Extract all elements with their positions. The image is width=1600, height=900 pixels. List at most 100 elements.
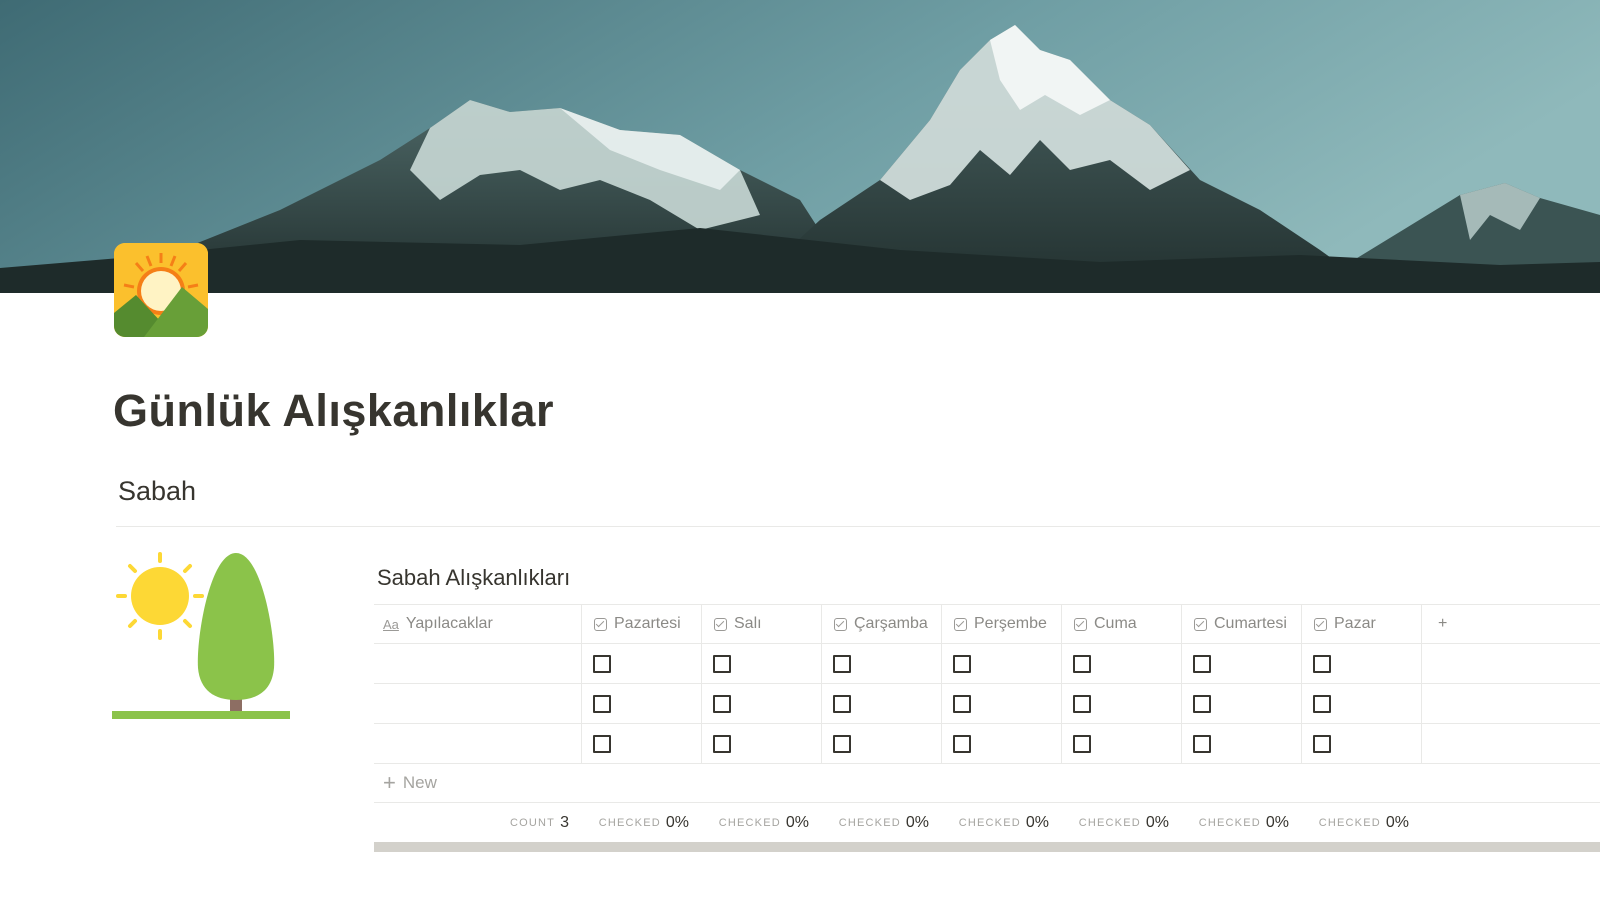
calc-label: CHECKED xyxy=(958,817,1021,829)
checkbox[interactable] xyxy=(1073,734,1091,753)
checked-calculation[interactable]: CHECKED 0% xyxy=(941,803,1061,843)
calc-value: 0% xyxy=(1145,814,1169,831)
table-cell xyxy=(581,724,701,763)
calc-label: CHECKED xyxy=(718,817,781,829)
checkbox[interactable] xyxy=(833,694,851,713)
new-row-button[interactable]: + New xyxy=(374,764,1600,803)
calculation-row: COUNT 3 CHECKED 0% CHECKED 0% CHECKED 0%… xyxy=(374,803,1600,843)
table-row xyxy=(374,684,1600,724)
page-cover xyxy=(0,0,1600,293)
column-header-cumartesi[interactable]: Cumartesi xyxy=(1181,605,1301,643)
checkbox-property-icon xyxy=(1314,617,1327,631)
column-label: Pazartesi xyxy=(614,615,681,632)
column-label: Perşembe xyxy=(974,615,1047,632)
checkbox[interactable] xyxy=(713,694,731,713)
page-title[interactable]: Günlük Alışkanlıklar xyxy=(113,385,554,437)
column-header-persembe[interactable]: Perşembe xyxy=(941,605,1061,643)
row-title-cell[interactable] xyxy=(374,724,581,763)
checkbox[interactable] xyxy=(953,734,971,753)
sunrise-mountain-icon[interactable] xyxy=(114,243,208,337)
table-cell xyxy=(701,724,821,763)
column-header-cuma[interactable]: Cuma xyxy=(1061,605,1181,643)
checkbox-property-icon xyxy=(954,617,967,631)
empty-cell xyxy=(1421,724,1600,763)
checkbox-property-icon xyxy=(834,617,847,631)
calc-value: 0% xyxy=(785,814,809,831)
column-header-carsamba[interactable]: Çarşamba xyxy=(821,605,941,643)
table-header-row: Aa Yapılacaklar Pazartesi Salı Çarşamba … xyxy=(374,604,1600,644)
calc-label: COUNT xyxy=(509,817,556,829)
table-cell xyxy=(821,724,941,763)
checkbox[interactable] xyxy=(1193,654,1211,673)
checkbox[interactable] xyxy=(833,654,851,673)
row-title-cell[interactable] xyxy=(374,684,581,723)
table-cell xyxy=(1061,724,1181,763)
checked-calculation[interactable]: CHECKED 0% xyxy=(1061,803,1181,843)
checkbox[interactable] xyxy=(953,654,971,673)
checkbox[interactable] xyxy=(1313,694,1331,713)
checkbox[interactable] xyxy=(1193,694,1211,713)
count-calculation[interactable]: COUNT 3 xyxy=(374,803,581,843)
checkbox-property-icon xyxy=(1194,617,1207,631)
table-cell xyxy=(1301,684,1421,723)
table-cell xyxy=(1301,644,1421,683)
checkbox[interactable] xyxy=(593,654,611,673)
checkbox[interactable] xyxy=(593,694,611,713)
checked-calculation[interactable]: CHECKED 0% xyxy=(701,803,821,843)
calc-label: CHECKED xyxy=(598,817,661,829)
checkbox[interactable] xyxy=(833,734,851,753)
horizontal-scrollbar[interactable] xyxy=(374,842,1600,852)
calc-label: CHECKED xyxy=(838,817,901,829)
column-label: Cumartesi xyxy=(1214,615,1287,632)
column-header-pazar[interactable]: Pazar xyxy=(1301,605,1421,643)
checked-calculation[interactable]: CHECKED 0% xyxy=(1181,803,1301,843)
illustration-graphic xyxy=(112,552,290,719)
table-cell xyxy=(581,684,701,723)
calc-value: 3 xyxy=(560,814,569,831)
checkbox[interactable] xyxy=(1193,734,1211,753)
column-label: Cuma xyxy=(1094,615,1137,632)
column-header-sali[interactable]: Salı xyxy=(701,605,821,643)
table-cell xyxy=(1181,684,1301,723)
checked-calculation[interactable]: CHECKED 0% xyxy=(581,803,701,843)
calc-value: 0% xyxy=(665,814,689,831)
table-cell xyxy=(941,684,1061,723)
checkbox[interactable] xyxy=(713,654,731,673)
column-label: Yapılacaklar xyxy=(405,615,493,632)
row-title-cell[interactable] xyxy=(374,644,581,683)
calc-value: 0% xyxy=(905,814,929,831)
table-cell xyxy=(1061,644,1181,683)
checkbox-property-icon xyxy=(1074,617,1087,631)
table-cell xyxy=(1181,724,1301,763)
table-cell xyxy=(701,684,821,723)
checkbox[interactable] xyxy=(1073,694,1091,713)
checkbox[interactable] xyxy=(713,734,731,753)
section-heading[interactable]: Sabah xyxy=(118,476,196,507)
database-title[interactable]: Sabah Alışkanlıkları xyxy=(377,565,570,591)
checkbox[interactable] xyxy=(1073,654,1091,673)
checked-calculation[interactable]: CHECKED 0% xyxy=(1301,803,1421,843)
column-label: Pazar xyxy=(1334,615,1376,632)
column-header-yapilacaklar[interactable]: Aa Yapılacaklar xyxy=(374,605,581,643)
checked-calculation[interactable]: CHECKED 0% xyxy=(821,803,941,843)
table-cell xyxy=(1061,684,1181,723)
checkbox[interactable] xyxy=(953,694,971,713)
checkbox[interactable] xyxy=(1313,734,1331,753)
column-label: Salı xyxy=(734,615,762,632)
add-column-button[interactable]: + xyxy=(1421,605,1600,643)
calc-label: CHECKED xyxy=(1078,817,1141,829)
table-row xyxy=(374,724,1600,764)
empty-cell xyxy=(1421,684,1600,723)
calc-label: CHECKED xyxy=(1198,817,1261,829)
sun-and-tree-illustration xyxy=(112,548,292,728)
empty-cell xyxy=(1421,644,1600,683)
section-divider xyxy=(116,526,1600,527)
checkbox-property-icon xyxy=(714,617,727,631)
table-cell xyxy=(941,724,1061,763)
checkbox[interactable] xyxy=(593,734,611,753)
checkbox[interactable] xyxy=(1313,654,1331,673)
column-header-pazartesi[interactable]: Pazartesi xyxy=(581,605,701,643)
table-cell xyxy=(581,644,701,683)
table-row xyxy=(374,644,1600,684)
calc-value: 0% xyxy=(1265,814,1289,831)
